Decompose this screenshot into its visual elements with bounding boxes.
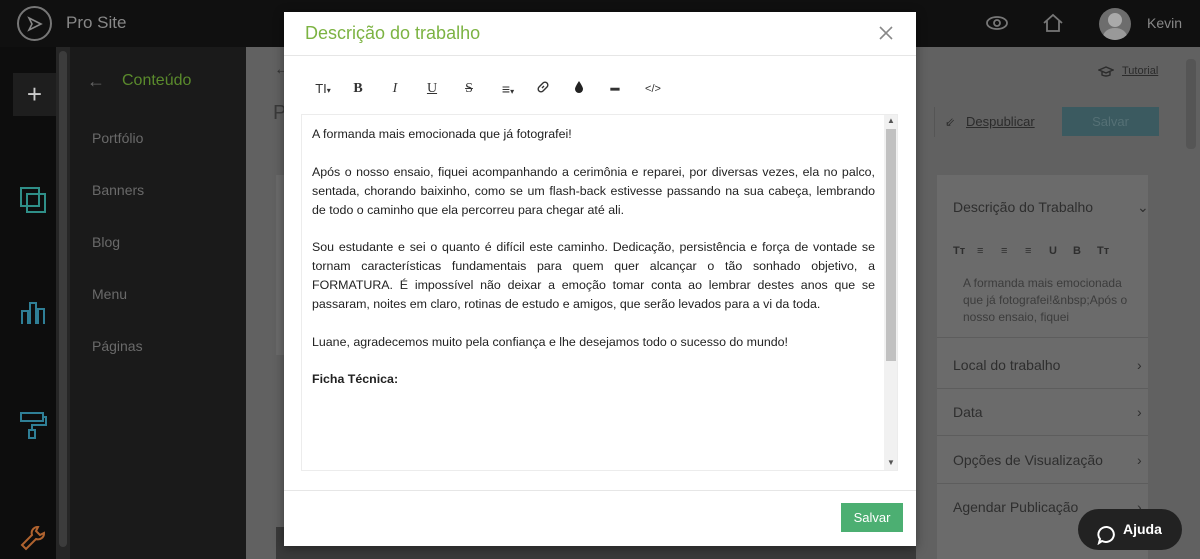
section-local[interactable]: Local do trabalho [953,357,1060,373]
paragraph: Sou estudante e sei o quanto é difícil e… [312,240,875,311]
paragraph: A formanda mais emocionada que já fotogr… [312,127,572,141]
home-icon[interactable] [1042,12,1064,39]
section-title-descricao[interactable]: Descrição do Trabalho [953,199,1093,215]
rail-scrollbar[interactable] [56,47,70,559]
logo-icon[interactable] [17,6,52,41]
site-name[interactable]: Pro Site [66,13,126,33]
right-panel: Descrição do Trabalho ⌄ Tт ≡ ≡ ≡ U B Tт A form… [937,175,1149,559]
rich-text-editor[interactable]: A formanda mais emocionada que já fotogr… [301,114,898,471]
modal-title: Descrição do trabalho [305,23,481,43]
underline-button[interactable]: U [424,78,440,100]
menu-item-portfolio[interactable]: Portfólio [92,130,143,146]
underline-icon[interactable]: U [1049,245,1073,257]
align-icon: ≡ [501,81,511,97]
save-button[interactable]: Salvar [841,503,903,532]
close-icon[interactable] [877,24,895,42]
bold-button[interactable]: B [350,78,366,100]
chevron-right-icon[interactable]: › [1137,357,1142,373]
back-arrow-icon[interactable]: ← [87,71,105,92]
color-button[interactable] [571,78,587,100]
divider [937,435,1148,436]
italic-button[interactable]: I [387,78,403,100]
divider [284,55,916,56]
chart-icon[interactable] [18,297,48,332]
help-button[interactable]: Ajuda [1078,509,1182,550]
unpublish-link[interactable]: Despublicar [966,114,1035,129]
graduation-cap-icon[interactable] [1097,65,1115,83]
content-menu-title: Conteúdo [122,72,192,89]
chevron-down-icon[interactable]: ⌄ [1137,199,1149,216]
link-icon [537,81,549,93]
menu-item-menu[interactable]: Menu [92,286,127,302]
chat-icon [1097,520,1117,559]
unpublish-icon: ⇙ [945,115,956,129]
tutorial-link[interactable]: Tutorial [1122,65,1158,77]
link-button[interactable] [534,78,552,100]
page-scrollbar[interactable] [1186,59,1196,149]
divider [937,388,1148,389]
editor-content[interactable]: A formanda mais emocionada que já fotogr… [312,125,875,408]
scroll-up-icon[interactable]: ▲ [887,116,895,125]
align-button[interactable]: ≡▾ [496,78,520,100]
bold-icon[interactable]: B [1073,245,1097,257]
mini-toolbar: Tт ≡ ≡ ≡ U B Tт [953,245,1133,263]
align-center-icon[interactable]: ≡ [1001,245,1025,257]
strikethrough-button[interactable]: S [461,78,477,100]
description-preview[interactable]: A formanda mais emocionada que já fotogr… [963,275,1139,326]
drop-icon [575,81,583,93]
content-menu: ← Conteúdo Portfólio Banners Blog Menu P… [70,47,246,559]
avatar[interactable] [1099,8,1131,40]
font-size-icon: TI [315,81,327,96]
divider [934,107,935,137]
paragraph: Após o nosso ensaio, fiquei acompanhando… [312,164,875,217]
divider [937,337,1148,338]
divider [937,483,1148,484]
paragraph: Luane, agradecemos muito pela confiança … [312,334,788,349]
menu-item-paginas[interactable]: Páginas [92,338,143,354]
help-label: Ajuda [1123,521,1162,537]
pages-icon[interactable] [18,185,48,220]
paragraph: Ficha Técnica: [312,372,399,386]
horizontal-rule-button[interactable]: ━ [607,78,623,100]
scrollbar-thumb[interactable] [886,129,896,361]
wrench-icon[interactable] [18,523,48,558]
left-rail: + [0,47,56,559]
chevron-right-icon[interactable]: › [1137,452,1142,468]
username[interactable]: Kevin [1147,15,1182,31]
editor-scrollbar[interactable]: ▲ ▼ [884,115,897,470]
menu-item-blog[interactable]: Blog [92,234,120,250]
code-view-button[interactable]: </> [643,78,663,100]
text-size-icon[interactable]: Tт [953,245,977,257]
add-button[interactable]: + [13,73,56,116]
section-data[interactable]: Data [953,404,983,420]
section-visualizacao[interactable]: Opções de Visualização [953,452,1103,468]
font-size-button[interactable]: TI▾ [311,78,335,100]
align-right-icon[interactable]: ≡ [1025,245,1049,257]
eye-icon[interactable] [985,12,1009,39]
divider [284,490,916,491]
description-modal: Descrição do trabalho TI▾ B I U S ≡▾ ━ <… [284,12,916,546]
save-button-background[interactable]: Salvar [1062,107,1159,136]
scroll-down-icon[interactable]: ▼ [887,458,895,467]
clear-format-icon[interactable]: Tт [1097,245,1121,257]
chevron-right-icon[interactable]: › [1137,404,1142,420]
section-agendar[interactable]: Agendar Publicação [953,499,1078,515]
menu-item-banners[interactable]: Banners [92,182,144,198]
paint-roller-icon[interactable] [18,410,48,445]
align-left-icon[interactable]: ≡ [977,245,1001,257]
